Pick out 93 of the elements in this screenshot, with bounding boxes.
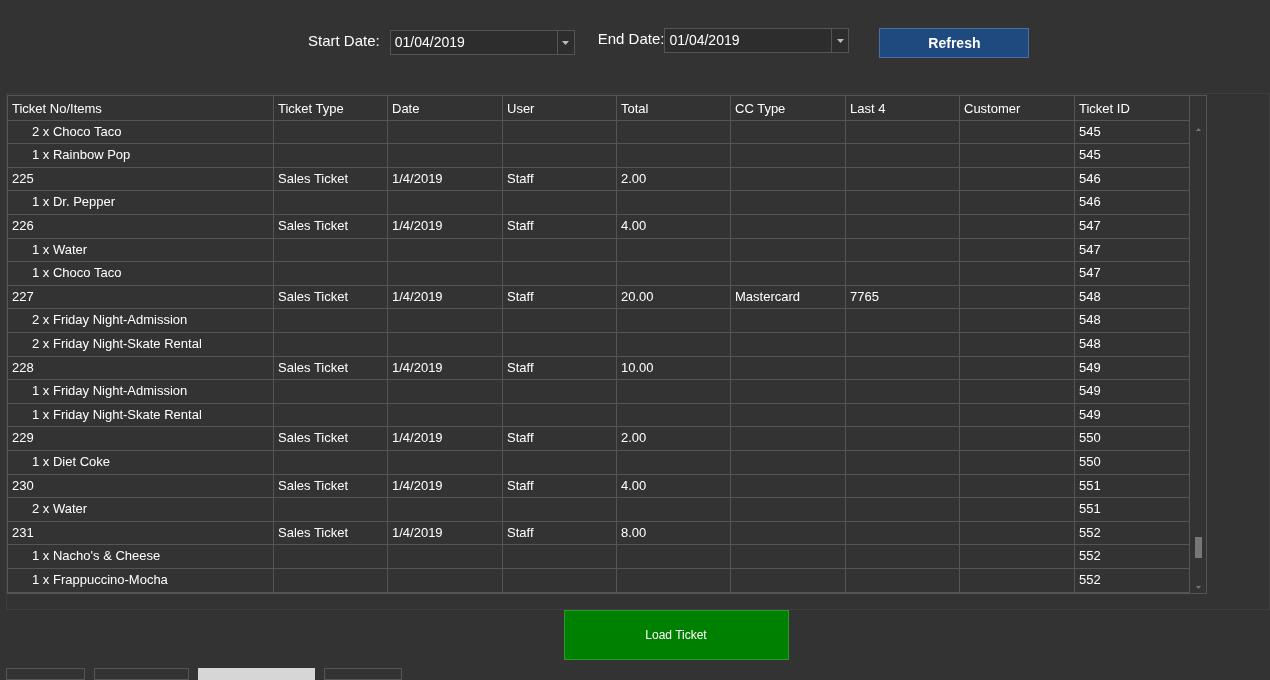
end-date-label: End Date: [597, 29, 665, 49]
table-cell: 546 [1079, 194, 1101, 210]
table-cell: Staff [507, 359, 534, 375]
table-cell: 548 [1079, 288, 1101, 304]
table-cell: 1/4/2019 [392, 524, 443, 540]
item-cell: 1 x Choco Taco [32, 265, 122, 281]
table-cell: 550 [1079, 454, 1101, 469]
table-cell: 547 [1079, 265, 1101, 281]
ticket-number-cell: 231 [12, 524, 34, 540]
tab[interactable] [6, 668, 85, 680]
table-cell: 7765 [850, 288, 879, 304]
table-cell: Sales Ticket [278, 359, 349, 375]
column-header[interactable]: Customer [960, 95, 1075, 120]
date-field[interactable]: 01/04/2019 [389, 30, 575, 55]
table-cell: 549 [1079, 406, 1101, 422]
table-cell: 1/4/2019 [392, 359, 443, 375]
dropdown-caret-icon [836, 38, 844, 43]
table-cell: Staff [507, 170, 534, 186]
table-cell: 2.00 [621, 430, 647, 446]
ticket-number-cell: 228 [12, 359, 34, 375]
table-cell: Staff [507, 524, 534, 540]
table-cell: 549 [1079, 383, 1101, 399]
item-cell: 1 x Friday Night-Skate Rental [32, 406, 202, 422]
table-cell: 545 [1079, 123, 1101, 139]
table-cell: Staff [507, 218, 534, 234]
column-header[interactable]: Last 4 [846, 95, 960, 120]
tab[interactable] [94, 668, 189, 680]
column-header[interactable]: CC Type [731, 95, 846, 120]
scrollbar-thumb[interactable] [1194, 536, 1202, 558]
load-ticket-button[interactable]: Load Ticket [563, 610, 789, 660]
date-field[interactable]: 01/04/2019 [664, 28, 850, 53]
dropdown-caret-icon [562, 40, 570, 45]
table-cell: 548 [1079, 336, 1101, 351]
ticket-number-cell: 226 [12, 218, 34, 234]
item-cell: 2 x Water [32, 501, 88, 517]
table-cell: 547 [1079, 241, 1101, 257]
table-cell: 20.00 [621, 288, 654, 304]
column-header[interactable]: Ticket ID [1075, 95, 1190, 120]
table-cell: 552 [1079, 548, 1101, 564]
item-cell: 2 x Friday Night-Skate Rental [32, 336, 202, 351]
table-cell: Sales Ticket [278, 430, 349, 446]
table-cell: Sales Ticket [278, 477, 349, 493]
table-cell: 548 [1079, 312, 1101, 328]
column-header[interactable]: Date [388, 95, 503, 120]
refresh-button[interactable]: Refresh [879, 28, 1030, 58]
table-cell: 550 [1079, 430, 1101, 446]
column-header[interactable]: Ticket No/Items [8, 95, 274, 120]
ticket-number-cell: 230 [12, 477, 34, 493]
tab[interactable] [324, 668, 402, 680]
table-cell: 1/4/2019 [392, 218, 443, 234]
item-cell: 1 x Dr. Pepper [32, 194, 116, 210]
table-cell: 1/4/2019 [392, 288, 443, 304]
item-cell: 1 x Diet Coke [32, 454, 111, 469]
item-cell: 2 x Choco Taco [32, 123, 122, 139]
table-cell: 552 [1079, 571, 1101, 587]
ticket-number-cell: 227 [12, 288, 34, 304]
item-cell: 2 x Friday Night-Admission [32, 312, 188, 328]
table-cell: Sales Ticket [278, 218, 349, 234]
ticket-number-cell: 229 [12, 430, 34, 446]
table-cell: 1/4/2019 [392, 170, 443, 186]
table-cell: Sales Ticket [278, 170, 349, 186]
table-cell: 546 [1079, 170, 1101, 186]
table-cell: 547 [1079, 218, 1101, 234]
column-header[interactable]: User [503, 95, 617, 120]
table-cell: 551 [1079, 501, 1101, 517]
table-cell: 549 [1079, 359, 1101, 375]
item-cell: 1 x Nacho's & Cheese [32, 548, 161, 564]
table-cell: 8.00 [621, 524, 647, 540]
item-cell: 1 x Friday Night-Admission [32, 383, 188, 399]
table-cell: Mastercard [735, 288, 801, 304]
item-cell: 1 x Rainbow Pop [32, 147, 131, 163]
table-cell: 552 [1079, 524, 1101, 540]
ticket-number-cell: 225 [12, 170, 34, 186]
table-cell: Staff [507, 288, 534, 304]
table-cell: 4.00 [621, 477, 647, 493]
table-cell: 1/4/2019 [392, 430, 443, 446]
scroll-down-icon[interactable] [1195, 585, 1201, 589]
item-cell: 1 x Frappuccino-Mocha [32, 571, 168, 587]
table-cell: Sales Ticket [278, 288, 349, 304]
table-cell: Sales Ticket [278, 524, 349, 540]
table-cell: 4.00 [621, 218, 647, 234]
table-cell: 551 [1079, 477, 1101, 493]
column-header[interactable]: Total [617, 95, 731, 120]
table-cell: 2.00 [621, 170, 647, 186]
column-header[interactable]: Ticket Type [274, 95, 388, 120]
table-cell: Staff [507, 477, 534, 493]
table-cell: Staff [507, 430, 534, 446]
start-date-label: Start Date: [308, 31, 380, 51]
item-cell: 1 x Water [32, 241, 88, 257]
table-cell: 1/4/2019 [392, 477, 443, 493]
table-cell: 545 [1079, 147, 1101, 163]
table-cell: 10.00 [621, 359, 654, 375]
scroll-up-icon[interactable] [1195, 127, 1201, 131]
